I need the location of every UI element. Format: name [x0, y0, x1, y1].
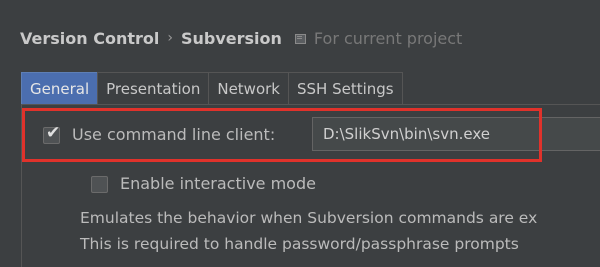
tab-general[interactable]: General [21, 72, 99, 104]
description-line-2: This is required to handle password/pass… [80, 235, 519, 253]
use-command-line-client-label: Use command line client: [72, 125, 276, 144]
checkmark-icon: ✔ [46, 123, 61, 143]
breadcrumb-separator: › [167, 30, 173, 46]
project-scope-icon [294, 33, 306, 44]
tab-network[interactable]: Network [208, 72, 289, 104]
command-line-client-path-input[interactable]: D:\SlikSvn\bin\svn.exe [312, 117, 600, 151]
enable-interactive-mode-label: Enable interactive mode [120, 174, 316, 193]
enable-interactive-mode-checkbox[interactable] [91, 176, 108, 193]
breadcrumb-item-version-control[interactable]: Version Control [20, 29, 159, 48]
tab-ssh-settings[interactable]: SSH Settings [287, 72, 403, 104]
settings-tabs: General Presentation Network SSH Setting… [21, 72, 403, 104]
breadcrumb: Version Control › Subversion For current… [20, 26, 462, 50]
tab-presentation[interactable]: Presentation [97, 72, 210, 104]
breadcrumb-item-subversion: Subversion [180, 28, 282, 48]
description-line-1: Emulates the behavior when Subversion co… [80, 209, 538, 227]
use-command-line-client-checkbox[interactable]: ✔ [43, 123, 61, 144]
scope-label: For current project [313, 28, 463, 48]
